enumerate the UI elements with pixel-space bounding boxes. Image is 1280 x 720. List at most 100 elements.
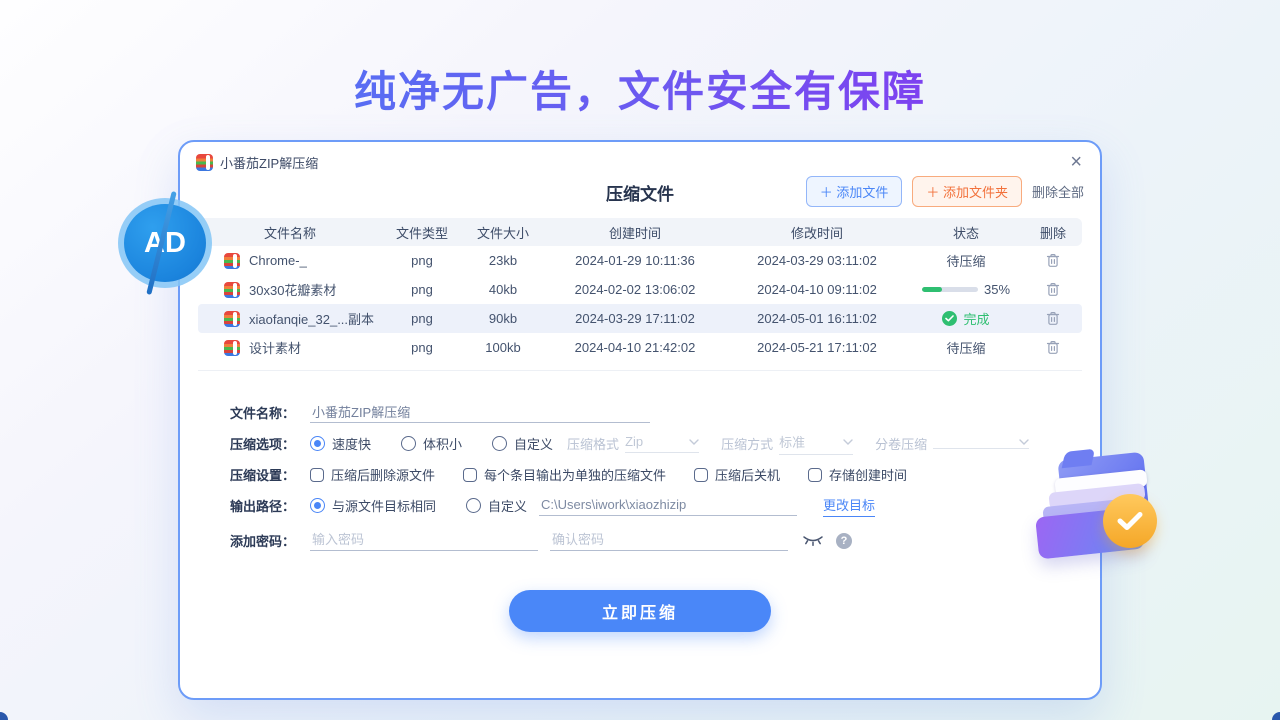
radio-custom[interactable]	[492, 436, 507, 451]
file-name: xiaofanqie_32_...副本	[249, 309, 374, 328]
done-status: 完成	[908, 309, 1024, 328]
checkbox-keep-time[interactable]	[808, 468, 822, 482]
app-logo-icon	[196, 154, 213, 171]
section-header: 压缩文件 ＋ 添加文件 ＋ 添加文件夹 删除全部	[180, 174, 1100, 210]
format-select[interactable]: Zip	[625, 434, 699, 453]
file-size: 40kb	[462, 282, 544, 297]
output-path-input[interactable]	[539, 495, 797, 516]
checkbox-delete-source[interactable]	[310, 468, 324, 482]
delete-all-button[interactable]: 删除全部	[1032, 182, 1084, 201]
progress-status: 35%	[908, 282, 1024, 297]
file-type: png	[382, 253, 462, 268]
radio-small[interactable]	[401, 436, 416, 451]
col-header-name: 文件名称	[198, 223, 382, 242]
file-modified: 2024-03-29 03:11:02	[726, 253, 908, 268]
method-select[interactable]: 标准	[779, 432, 853, 455]
file-icon	[224, 282, 240, 298]
file-created: 2024-01-29 10:11:36	[544, 253, 726, 268]
output-label: 输出路径：	[230, 496, 310, 515]
check-badge-icon	[1103, 494, 1157, 548]
chevron-down-icon	[843, 439, 853, 445]
progress-bar	[922, 287, 978, 292]
corner-accent	[1272, 712, 1280, 720]
setting-shutdown[interactable]: 压缩后关机	[694, 465, 780, 484]
radio-fast[interactable]	[310, 436, 325, 451]
file-size: 100kb	[462, 340, 544, 355]
file-size: 90kb	[462, 311, 544, 326]
volume-label: 分卷压缩	[875, 434, 927, 453]
table-row-selected[interactable]: xiaofanqie_32_...副本 png 90kb 2024-03-29 …	[198, 304, 1082, 333]
close-icon[interactable]: ×	[1070, 152, 1082, 172]
compress-options-row: 压缩选项： 速度快 体积小 自定义 压缩格式 Zip 压缩方式 标准 分卷压缩	[230, 428, 1100, 459]
check-circle-icon	[942, 311, 957, 326]
password-input[interactable]	[310, 530, 538, 551]
status-badge: 待压缩	[908, 338, 1024, 357]
file-type: png	[382, 311, 462, 326]
change-target-link[interactable]: 更改目标	[823, 495, 875, 517]
status-badge: 待压缩	[908, 251, 1024, 270]
file-icon	[224, 253, 240, 269]
page-headline: 纯净无广告，文件安全有保障	[0, 58, 1280, 119]
volume-select[interactable]	[933, 439, 1029, 449]
file-table: 文件名称 文件类型 文件大小 创建时间 修改时间 状态 删除 Chrome-_ …	[198, 218, 1082, 371]
output-path-row: 输出路径： 与源文件目标相同 自定义 更改目标	[230, 490, 1100, 521]
eye-closed-icon[interactable]	[802, 534, 824, 547]
checkbox-separate-archives[interactable]	[463, 468, 477, 482]
window-title: 小番茄ZIP解压缩	[220, 153, 318, 172]
help-icon[interactable]: ?	[836, 533, 852, 549]
trash-icon[interactable]	[1046, 311, 1060, 326]
compress-form: 文件名称： 压缩选项： 速度快 体积小 自定义 压缩格式 Zip 压缩方式 标准…	[180, 397, 1100, 556]
option-custom[interactable]: 自定义	[492, 434, 553, 453]
app-window: 小番茄ZIP解压缩 × 压缩文件 ＋ 添加文件 ＋ 添加文件夹 删除全部 文件名…	[178, 140, 1102, 700]
option-small[interactable]: 体积小	[401, 434, 462, 453]
compress-settings-row: 压缩设置： 压缩后删除源文件 每个条目输出为单独的压缩文件 压缩后关机 存储创建…	[230, 459, 1100, 490]
no-ads-badge: AD	[118, 198, 212, 288]
table-header-row: 文件名称 文件类型 文件大小 创建时间 修改时间 状态 删除	[198, 218, 1082, 246]
password-row: 添加密码： ?	[230, 525, 1100, 556]
file-name: 30x30花瓣素材	[249, 280, 336, 299]
file-icon	[224, 311, 240, 327]
add-folder-button[interactable]: ＋ 添加文件夹	[912, 176, 1022, 207]
option-fast[interactable]: 速度快	[310, 434, 371, 453]
checkbox-shutdown[interactable]	[694, 468, 708, 482]
password-label: 添加密码：	[230, 531, 310, 550]
options-label: 压缩选项：	[230, 434, 310, 453]
file-size: 23kb	[462, 253, 544, 268]
confirm-password-input[interactable]	[550, 530, 788, 551]
trash-icon[interactable]	[1046, 340, 1060, 355]
done-label: 完成	[963, 309, 989, 328]
file-type: png	[382, 282, 462, 297]
settings-label: 压缩设置：	[230, 465, 310, 484]
header-actions: ＋ 添加文件 ＋ 添加文件夹 删除全部	[806, 176, 1084, 207]
col-header-size: 文件大小	[462, 223, 544, 242]
chevron-down-icon	[689, 439, 699, 445]
file-modified: 2024-04-10 09:11:02	[726, 282, 908, 297]
radio-output-custom[interactable]	[466, 498, 481, 513]
col-header-created: 创建时间	[544, 223, 726, 242]
file-name: 设计素材	[249, 338, 301, 357]
trash-icon[interactable]	[1046, 253, 1060, 268]
file-name-label: 文件名称：	[230, 403, 310, 422]
trash-icon[interactable]	[1046, 282, 1060, 297]
file-name: Chrome-_	[249, 253, 307, 268]
file-name-input[interactable]	[310, 402, 650, 423]
col-header-type: 文件类型	[382, 223, 462, 242]
setting-separate-archives[interactable]: 每个条目输出为单独的压缩文件	[463, 465, 666, 484]
output-same-option[interactable]: 与源文件目标相同	[310, 496, 436, 515]
file-created: 2024-02-02 13:06:02	[544, 282, 726, 297]
radio-output-same[interactable]	[310, 498, 325, 513]
col-header-delete: 删除	[1024, 223, 1082, 242]
corner-accent	[0, 712, 8, 720]
table-row[interactable]: 30x30花瓣素材 png 40kb 2024-02-02 13:06:02 2…	[198, 275, 1082, 304]
setting-delete-source[interactable]: 压缩后删除源文件	[310, 465, 435, 484]
table-row[interactable]: 设计素材 png 100kb 2024-04-10 21:42:02 2024-…	[198, 333, 1082, 362]
table-row[interactable]: Chrome-_ png 23kb 2024-01-29 10:11:36 20…	[198, 246, 1082, 275]
add-file-button[interactable]: ＋ 添加文件	[806, 176, 903, 207]
setting-keep-time[interactable]: 存储创建时间	[808, 465, 907, 484]
output-custom-option[interactable]: 自定义	[466, 496, 527, 515]
method-label: 压缩方式	[721, 434, 773, 453]
progress-label: 35%	[984, 282, 1010, 297]
folder-illustration	[1047, 446, 1159, 558]
compress-now-button[interactable]: 立即压缩	[509, 590, 771, 632]
file-type: png	[382, 340, 462, 355]
